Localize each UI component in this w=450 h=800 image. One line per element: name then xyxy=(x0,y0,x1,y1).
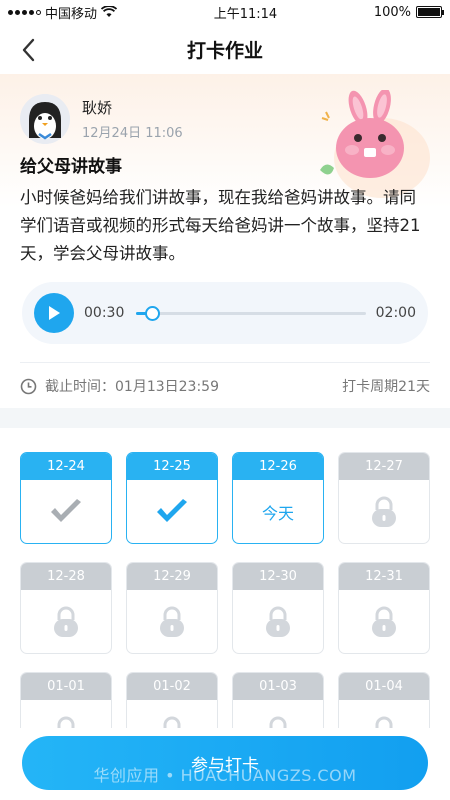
day-cell-12-26[interactable]: 12-26 今天 xyxy=(232,452,324,544)
day-cell-12-25[interactable]: 12-25 xyxy=(126,452,218,544)
avatar[interactable] xyxy=(20,94,70,144)
task-card: 耿娇 12月24日 11:06 给父母讲故事 小时候爸妈给我们讲故事，现在我给爸… xyxy=(0,74,450,408)
clock: 上午11:14 xyxy=(213,6,278,22)
lock-icon xyxy=(127,700,217,728)
day-date-label: 12-30 xyxy=(233,563,323,590)
day-cell-01-03: 01-03 xyxy=(232,672,324,728)
day-cell-12-27: 12-27 xyxy=(338,452,430,544)
day-date-label: 12-31 xyxy=(339,563,429,590)
day-date-label: 12-28 xyxy=(21,563,111,590)
task-title: 给父母讲故事 xyxy=(20,157,122,177)
day-date-label: 12-24 xyxy=(21,453,111,480)
task-description: 小时候爸妈给我们讲故事，现在我给爸妈讲故事。请同学们语音或视频的形式每天给爸妈讲… xyxy=(20,188,421,263)
author-name: 耿娇 xyxy=(82,99,113,117)
carrier-label: 中国移动 xyxy=(45,6,98,22)
nav-bar: 打卡作业 xyxy=(0,24,450,74)
today-label: 今天 xyxy=(233,480,323,543)
day-date-label: 12-25 xyxy=(127,453,217,480)
day-date-label: 12-26 xyxy=(233,453,323,480)
day-cell-12-30: 12-30 xyxy=(232,562,324,654)
audio-total-time: 02:00 xyxy=(375,305,416,321)
day-grid: 12-24 12-25 12-26 今天 12-27 12-28 12-29 12-30 12-… xyxy=(20,452,430,728)
post-date: 12月24日 11:06 xyxy=(82,126,183,141)
day-cell-01-04: 01-04 xyxy=(338,672,430,728)
checkin-calendar: 12-24 12-25 12-26 今天 12-27 12-28 12-29 12-30 12-… xyxy=(0,428,450,728)
day-date-label: 01-02 xyxy=(127,673,217,700)
lock-icon xyxy=(233,590,323,653)
day-cell-12-29: 12-29 xyxy=(126,562,218,654)
audio-progress-bar[interactable] xyxy=(136,305,366,321)
join-checkin-button[interactable]: 参与打卡 xyxy=(22,736,428,790)
page-title: 打卡作业 xyxy=(186,39,263,62)
lock-icon xyxy=(21,700,111,728)
battery-icon xyxy=(416,6,444,18)
day-cell-01-02: 01-02 xyxy=(126,672,218,728)
day-date-label: 12-29 xyxy=(127,563,217,590)
deadline-row: 截止时间：01月13日23:59 打卡周期21天 xyxy=(20,376,430,396)
check-icon xyxy=(21,480,111,543)
deadline-label: 截止时间：01月13日23:59 xyxy=(45,379,219,395)
chevron-left-icon xyxy=(22,38,35,62)
play-button[interactable] xyxy=(34,293,74,333)
audio-progress-thumb[interactable] xyxy=(145,305,161,321)
author-row: 耿娇 12月24日 11:06 xyxy=(20,94,183,144)
lock-icon xyxy=(233,700,323,728)
lock-icon xyxy=(127,590,217,653)
divider xyxy=(20,362,430,363)
signal-icon xyxy=(8,9,41,15)
check-icon xyxy=(127,480,217,543)
status-bar: 中国移动 上午11:14 100% xyxy=(0,0,450,24)
checkin-cycle: 打卡周期21天 xyxy=(342,379,430,395)
day-cell-01-01: 01-01 xyxy=(20,672,112,728)
penguin-avatar-icon xyxy=(20,94,70,144)
today-text: 今天 xyxy=(261,503,294,523)
clock-icon xyxy=(20,378,37,394)
back-button[interactable] xyxy=(14,36,42,64)
lock-icon xyxy=(21,590,111,653)
day-date-label: 01-03 xyxy=(233,673,323,700)
play-icon xyxy=(49,306,60,320)
day-date-label: 01-01 xyxy=(21,673,111,700)
day-cell-12-31: 12-31 xyxy=(338,562,430,654)
status-right: 100% xyxy=(373,4,444,20)
deadline: 截止时间：01月13日23:59 xyxy=(20,376,219,396)
day-date-label: 01-04 xyxy=(339,673,429,700)
battery-label: 100% xyxy=(373,4,411,20)
audio-current-time: 00:30 xyxy=(84,305,125,321)
lock-icon xyxy=(339,700,429,728)
wifi-icon xyxy=(101,6,118,17)
lock-icon xyxy=(339,480,429,543)
day-cell-12-28: 12-28 xyxy=(20,562,112,654)
audio-player: 00:30 02:00 xyxy=(22,282,428,344)
lock-icon xyxy=(339,590,429,653)
day-cell-12-24[interactable]: 12-24 xyxy=(20,452,112,544)
status-left: 中国移动 xyxy=(8,3,118,22)
day-date-label: 12-27 xyxy=(339,453,429,480)
bottom-bar: 参与打卡 xyxy=(0,728,450,800)
